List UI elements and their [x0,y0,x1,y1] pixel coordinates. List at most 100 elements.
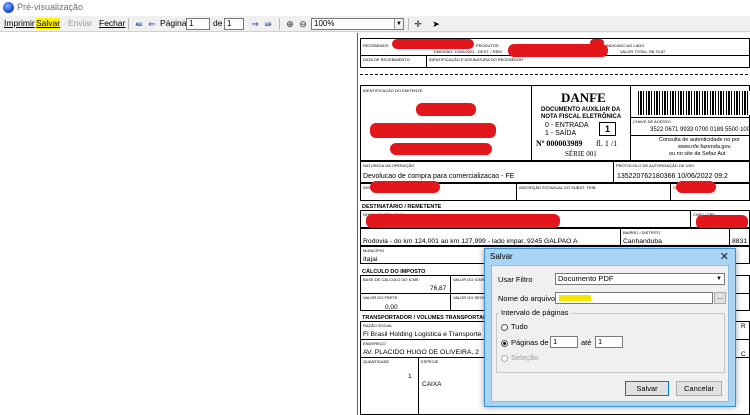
danfe-title: DANFE [561,90,606,105]
redaction [416,103,476,116]
browse-button[interactable]: ... [714,292,726,304]
divider [620,228,621,246]
title-bar: Pré-visualização [0,0,750,16]
protocol-value: 135220762180366 10/06/2022 09:2 [617,173,728,180]
state-reg-sub-label: INSCRIÇÃO ESTADUAL DO SUBST. TRIB. [519,185,597,190]
save-button[interactable]: Salvar [36,18,61,29]
filename-highlight [559,295,591,301]
entry-option: 0 - ENTRADA [545,122,589,129]
receipt-sign-label: IDENTIFICAÇÃO E ASSINATURA DO RECEBEDOR [429,57,524,62]
divider [670,183,671,201]
pages-to-input[interactable]: 1 [595,336,623,348]
divider [613,161,614,183]
page-label: Página [160,18,187,28]
receipt-total: VALOR TOTAL: R$ 76,87 [620,49,666,54]
zoom-out-icon[interactable]: ⊖ [297,18,309,30]
filename-input[interactable] [555,292,713,304]
radio-all-label: Tudo [511,322,528,331]
pages-from-input[interactable]: 1 [550,336,578,348]
save-dialog-button[interactable]: Salvar [625,381,669,396]
page-input[interactable]: 1 [186,18,210,30]
move-icon[interactable]: ✛ [412,18,424,30]
zip-value: 8831 [732,238,748,245]
exit-option: 1 - SAÍDA [545,130,577,137]
redaction [590,39,604,47]
quantity-label: QUANTIDADE [363,359,390,364]
divider [531,85,532,161]
nature-value: Devolucao de compra para comercializacao… [363,173,515,180]
total-pages-field: 1 [224,18,244,30]
cancel-button[interactable]: Cancelar [676,381,722,396]
carrier-address-label: ENDEREÇO [363,341,386,346]
auth-text-2: www.nfe.fazenda.gov. [678,144,732,150]
divider [450,275,451,311]
right-edge-letter: R [741,323,746,330]
divider [426,55,427,68]
address-value: Rodovia - do km 124,001 ao km 127,999 - … [363,238,578,245]
window-title: Pré-visualização [17,2,84,12]
previous-page-icon[interactable]: ⇐ [146,18,158,30]
dialog-title: Salvar [490,252,513,261]
species-label: ESPÉCIE [421,359,439,364]
radio-selection[interactable] [501,355,508,362]
quantity-value: 1 [408,373,412,380]
filter-select[interactable]: Documento PDF ▼ [555,273,725,285]
nature-label: NATUREZA DA OPERAÇÃO [363,163,415,168]
zoom-in-icon[interactable]: ⊕ [284,18,296,30]
dialog-body: Usar Filtro Documento PDF ▼ Nome do arqu… [491,265,729,402]
invoice-number: Nº 000003989 [536,139,583,148]
close-icon[interactable]: ✕ [720,250,729,263]
divider [729,228,730,246]
close-button[interactable]: Fechar [99,18,125,29]
divider [418,357,419,415]
receipt-products: PRODUTOS [476,43,499,48]
operation-type-box: 1 [599,122,616,136]
receipt-header: RECEBEMOS [363,43,389,48]
last-page-icon[interactable]: ⇛ [262,18,274,30]
barcode [638,91,750,115]
products-value: 76,87 [430,285,447,292]
print-button[interactable]: Imprimir [4,18,35,29]
carrier-address: AV. PLACIDO HUGO DE OLIVEIRA, 2 [363,349,479,356]
save-dialog: Salvar ✕ Usar Filtro Documento PDF ▼ Nom… [484,248,736,407]
toolbar-separator [279,18,280,30]
of-label: de [213,18,223,28]
thumbnail-pane [0,32,357,415]
toolbar-separator [128,18,129,30]
carrier-name: Fl Brasil Holding Logistica e Transporte [363,331,482,338]
icms-value-label: VALOR DO ICMS [453,277,485,282]
divider [630,117,750,118]
district-value: Canhanduba [623,238,662,245]
receipt-indicated: INDICADO AO LADO [606,43,645,48]
city-label: MUNICÍPIO [363,248,385,253]
cursor-icon[interactable]: ➤ [430,18,442,30]
radio-all[interactable] [501,324,508,331]
receipt-date-label: DATA DE RECEBIMENTO [363,57,410,62]
next-page-icon[interactable]: ⇒ [249,18,261,30]
redaction [696,215,748,229]
filter-value: Documento PDF [558,274,614,283]
redaction [366,214,560,228]
redaction [390,143,492,155]
page-range-label: Intervalo de páginas [499,308,571,317]
radio-pages-label: Páginas de [511,338,549,347]
receipt-emission: EMISSÃO: 10/06/2022 - DEST. / REM [434,49,502,54]
protocol-label: PROTOCOLO DE AUTORIZAÇÃO DE USO [616,163,695,168]
radio-pages[interactable] [501,340,508,347]
filter-label: Usar Filtro [498,275,533,284]
zoom-select[interactable]: 100% ▼ [311,18,404,30]
redaction [370,181,440,193]
divider [690,210,691,228]
filename-label: Nome do arquivo [498,294,556,303]
redaction [676,181,716,193]
send-button[interactable]: Enviar [68,18,92,29]
toolbar: Imprimir Salvar Enviar Fechar ⇚ ⇐ Página… [0,16,750,32]
access-key: 3522 0671 9933 0700 0189 5500 100 [650,127,750,133]
carrier-name-label: RAZÃO SOCIAL [363,323,393,328]
app-icon [3,2,14,13]
divider [630,135,750,136]
zoom-value: 100% [314,19,335,28]
first-page-icon[interactable]: ⇚ [133,18,145,30]
access-key-label: CHAVE DE ACESSO [633,119,671,124]
redaction [370,123,496,138]
